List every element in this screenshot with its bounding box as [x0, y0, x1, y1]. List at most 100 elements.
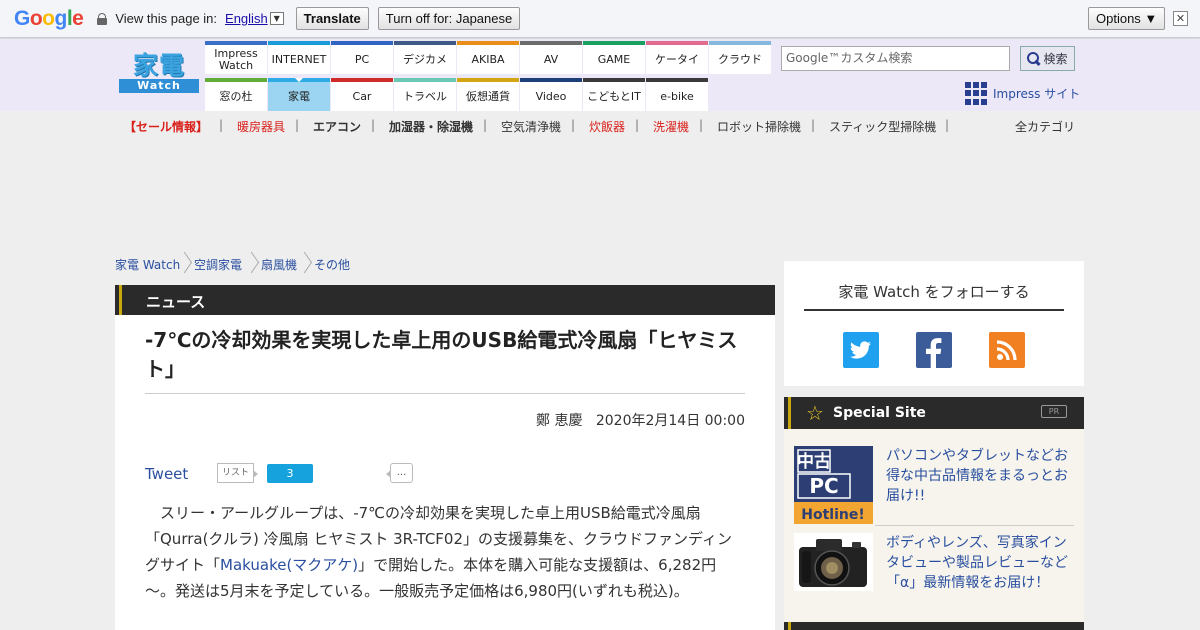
category-separator: | [483, 118, 488, 132]
google-logo-letter: e [72, 6, 84, 30]
google-logo-letter: o [42, 6, 55, 30]
breadcrumb-item[interactable]: 家電 Watch [115, 256, 180, 273]
special-site-text[interactable]: ボディやレンズ、写真家インタビューや製品レビューなど「α」最新情報をお届け！ [886, 533, 1076, 593]
nav-item-label: こどもとIT [587, 89, 641, 103]
nav-item-label: AV [543, 52, 559, 66]
category-separator: | [219, 118, 224, 132]
hatena-list-button[interactable]: リスト [217, 463, 259, 483]
translate-button[interactable]: Translate [295, 7, 369, 30]
nav-item[interactable]: 仮想通貨 [457, 78, 519, 111]
category-link[interactable]: エアコン [313, 118, 361, 135]
nav-item-label: 窓の杜 [219, 89, 253, 103]
nav-item-label: Car [352, 89, 372, 103]
nav-item-label: クラウド [718, 52, 762, 66]
category-bar: 全カテゴリ 【セール情報】 | 暖房器具 | エアコン | 加湿器・除湿機 | 空気清浄機 | 炊飯… [0, 111, 1200, 141]
chevron-down-icon[interactable]: ▼ [269, 12, 284, 25]
nav-item[interactable]: デジカメ [394, 41, 456, 74]
nav-item[interactable]: Video [520, 78, 582, 111]
nav-item[interactable]: e-bike [646, 78, 708, 111]
breadcrumb-item[interactable]: その他 [314, 256, 350, 273]
nav-item[interactable]: GAME [583, 41, 645, 74]
special-site-title: Special Site [833, 405, 926, 421]
search-icon [1027, 52, 1040, 65]
pr-badge: PR [1041, 405, 1067, 418]
twitter-icon[interactable] [843, 332, 879, 368]
nav-item-label: Video [535, 89, 567, 103]
category-link[interactable]: 暖房器具 [237, 118, 285, 135]
follow-divider [804, 309, 1064, 311]
close-icon[interactable]: ✕ [1173, 11, 1188, 26]
special-site-text[interactable]: パソコンやタブレットなどお得な中古品情報をまるっとお届け!! [886, 446, 1076, 506]
google-logo: Google [14, 6, 84, 31]
star-icon: ☆ [806, 401, 824, 425]
nav-item[interactable]: PC [331, 41, 393, 74]
category-separator: | [811, 118, 816, 132]
nav-item[interactable]: 家電 [268, 78, 330, 111]
chevron-right-icon [180, 251, 190, 275]
logo-sub: Watch [119, 79, 199, 93]
chevron-right-icon [247, 251, 257, 275]
options-button[interactable]: Options ▼ [1088, 7, 1166, 30]
article: ニュース -7℃の冷却効果を実現した卓上用のUSB給電式冷風扇「ヒヤミスト」 鄭… [115, 285, 775, 630]
nav-item-label: INTERNET [271, 52, 327, 66]
breadcrumb-item[interactable]: 空調家電 [194, 256, 242, 273]
nav-item[interactable]: AKIBA [457, 41, 519, 74]
makuake-link[interactable]: Makuake(マクアケ) [220, 556, 358, 574]
category-link[interactable]: 加湿器・除湿機 [389, 118, 473, 135]
tweet-button[interactable]: Tweet [145, 465, 188, 483]
article-title: -7℃の冷却効果を実現した卓上用のUSB給電式冷風扇「ヒヤミスト」 [145, 328, 738, 381]
more-share-button[interactable]: ... [386, 463, 413, 483]
language-select[interactable]: English [225, 11, 268, 26]
nav-item[interactable]: ケータイ [646, 41, 708, 74]
nav-item[interactable]: Car [331, 78, 393, 111]
nav-item-label: e-bike [660, 89, 694, 103]
category-link[interactable]: 洗濯機 [653, 118, 689, 135]
category-separator: | [571, 118, 576, 132]
breadcrumb-item[interactable]: 扇風機 [261, 256, 297, 273]
nav-item[interactable]: こどもとIT [583, 78, 645, 111]
search-input[interactable]: Google™カスタム検索 [781, 46, 1010, 71]
nav-item-label: トラベル [403, 89, 447, 103]
site-header: 家電 Watch Impress Watch INTERNET PC デジカメ AKIB… [0, 39, 1200, 111]
publish-date: 2020年2月14日 00:00 [595, 413, 745, 429]
site-nav: Impress Watch INTERNET PC デジカメ AKIBA AV GAME ケー… [205, 41, 771, 111]
category-link[interactable]: ロボット掃除機 [717, 118, 801, 135]
rss-icon[interactable] [989, 332, 1025, 368]
share-count-badge[interactable]: 3 [267, 464, 313, 483]
special-site-divider [875, 525, 1074, 526]
nav-item-label: PC [354, 52, 370, 66]
all-categories-link[interactable]: 全カテゴリ [1015, 118, 1075, 135]
category-link[interactable]: 空気清浄機 [501, 118, 561, 135]
nav-item-label: AKIBA [471, 52, 505, 66]
chevron-right-icon [300, 251, 310, 275]
follow-box: 家電 Watch をフォローする [784, 261, 1084, 386]
nav-item[interactable]: 窓の杜 [205, 78, 267, 111]
nav-item[interactable]: AV [520, 41, 582, 74]
site-logo[interactable]: 家電 Watch [119, 53, 199, 95]
turn-off-button[interactable]: Turn off for: Japanese [377, 7, 521, 30]
thumb-line-1: 中古 [797, 451, 831, 472]
nav-item[interactable]: INTERNET [268, 41, 330, 74]
impress-sites-link[interactable]: Impress サイト [965, 82, 1080, 105]
grid-icon [965, 82, 988, 105]
section-label: ニュース [146, 293, 206, 311]
translate-bar: Google View this page in: English ▼ Tran… [0, 0, 1200, 38]
nav-item[interactable]: クラウド [709, 41, 771, 74]
nav-item[interactable]: トラベル [394, 78, 456, 111]
section-bar: ニュース [115, 285, 775, 315]
logo-kanji: 家電 [132, 51, 185, 80]
pc-hotline-thumbnail[interactable]: 中古 PC Hotline! [794, 446, 873, 524]
nav-item-label: 仮想通貨 [466, 89, 510, 103]
search-button[interactable]: 検索 [1020, 46, 1075, 71]
nav-item-label: 家電 [288, 89, 310, 103]
category-link[interactable]: 炊飯器 [589, 118, 625, 135]
search-button-label: 検索 [1043, 52, 1068, 66]
facebook-icon[interactable] [916, 332, 952, 368]
camera-thumbnail[interactable] [794, 533, 873, 611]
impress-link-label: Impress サイト [993, 87, 1081, 101]
nav-item[interactable]: Impress Watch [205, 41, 267, 74]
special-site-box: ☆ Special Site PR 中古 PC Hotline! パソコンやタブ… [784, 397, 1084, 630]
category-link[interactable]: スティック型掃除機 [829, 118, 936, 135]
thumb-line-2: PC [809, 474, 838, 498]
category-link[interactable]: 【セール情報】 [124, 118, 208, 135]
